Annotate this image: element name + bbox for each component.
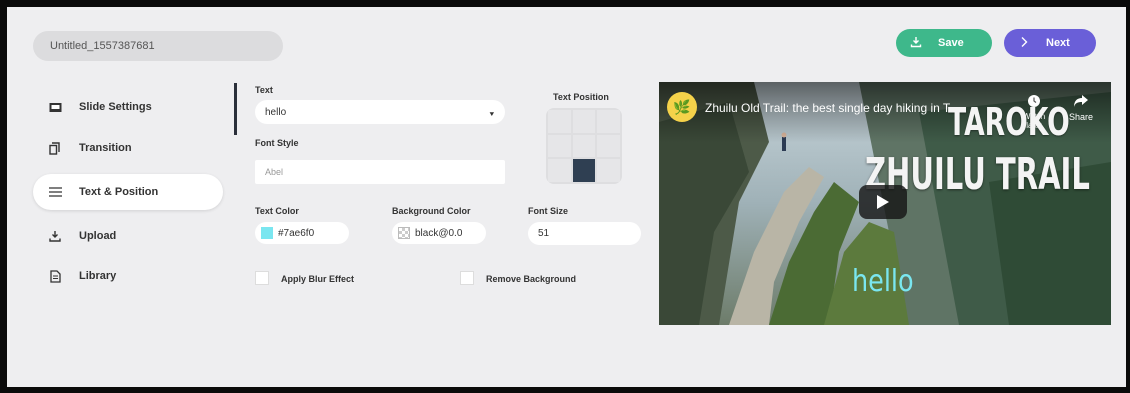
play-icon (877, 195, 889, 209)
slide-icon (45, 102, 65, 113)
overlay-title-line1: TAROKO (948, 100, 1070, 144)
text-color-label: Text Color (255, 206, 299, 216)
text-input-value: hello (265, 106, 287, 118)
sidebar-item-slide-settings[interactable]: Slide Settings (33, 89, 223, 125)
font-style-input[interactable]: Abel (255, 160, 505, 184)
sidebar-item-library[interactable]: Library (33, 258, 223, 294)
editor-app: Untitled_1557387681 Save Next Slide Sett… (7, 7, 1126, 387)
position-cell[interactable] (597, 110, 620, 133)
overlay-text: hello (852, 264, 914, 299)
position-cell[interactable] (548, 110, 571, 133)
position-cell[interactable] (597, 134, 620, 158)
background-color-label: Background Color (392, 206, 471, 216)
font-style-label: Font Style (255, 138, 299, 148)
font-style-placeholder: Abel (265, 167, 284, 177)
remove-background-label: Remove Background (486, 274, 577, 284)
blur-label: Apply Blur Effect (281, 274, 355, 284)
download-icon (904, 36, 928, 51)
text-position-grid (546, 108, 622, 184)
remove-background-checkbox[interactable] (460, 271, 474, 285)
save-button[interactable]: Save (896, 29, 992, 57)
position-cell[interactable] (597, 159, 620, 182)
background-color-picker[interactable]: black@0.0 (392, 222, 486, 244)
project-title-field[interactable]: Untitled_1557387681 (33, 31, 283, 61)
font-size-input[interactable]: 51 (528, 222, 641, 245)
background-color-value: black@0.0 (415, 227, 463, 239)
sidebar-item-label: Transition (79, 142, 132, 154)
font-size-value: 51 (538, 228, 550, 239)
chevron-right-icon (1012, 36, 1036, 51)
text-color-picker[interactable]: #7ae6f0 (255, 222, 349, 244)
text-input[interactable]: hello ⯆ (255, 100, 505, 124)
sidebar-item-label: Slide Settings (79, 101, 152, 113)
text-position-label: Text Position (553, 92, 609, 102)
font-size-label: Font Size (528, 206, 568, 216)
position-cell[interactable] (548, 134, 571, 158)
sidebar-item-label: Library (79, 270, 117, 282)
window-frame: Untitled_1557387681 Save Next Slide Sett… (0, 0, 1130, 393)
video-title[interactable]: Zhuilu Old Trail: the best single day hi… (705, 101, 959, 115)
sidebar-item-transition[interactable]: Transition (33, 130, 223, 166)
menu-icon (45, 187, 65, 197)
text-label: Text (255, 85, 273, 95)
share-icon (1074, 95, 1088, 107)
position-cell[interactable] (572, 134, 596, 158)
next-label: Next (1046, 37, 1070, 49)
sidebar-item-label: Text & Position (79, 186, 159, 198)
blur-checkbox[interactable] (255, 271, 269, 285)
position-cell-selected[interactable] (572, 159, 596, 182)
video-preview[interactable]: 🌿 Zhuilu Old Trail: the best single day … (659, 82, 1111, 325)
resize-handle-icon: ⯆ (488, 110, 495, 119)
color-swatch (261, 227, 273, 239)
sidebar-item-upload[interactable]: Upload (33, 218, 223, 254)
next-button[interactable]: Next (1004, 29, 1096, 57)
sidebar-item-label: Upload (79, 230, 117, 242)
copy-icon (45, 141, 65, 155)
sidebar-item-text-position[interactable]: Text & Position (33, 174, 223, 210)
transparent-swatch-icon (398, 227, 410, 239)
active-section-divider (234, 83, 237, 135)
channel-avatar[interactable]: 🌿 (667, 92, 697, 122)
play-button[interactable] (859, 185, 907, 219)
download-icon (45, 230, 65, 242)
position-cell[interactable] (572, 110, 596, 133)
document-icon (45, 269, 65, 283)
position-cell[interactable] (548, 159, 571, 182)
text-color-value: #7ae6f0 (278, 227, 315, 239)
save-label: Save (938, 37, 964, 49)
